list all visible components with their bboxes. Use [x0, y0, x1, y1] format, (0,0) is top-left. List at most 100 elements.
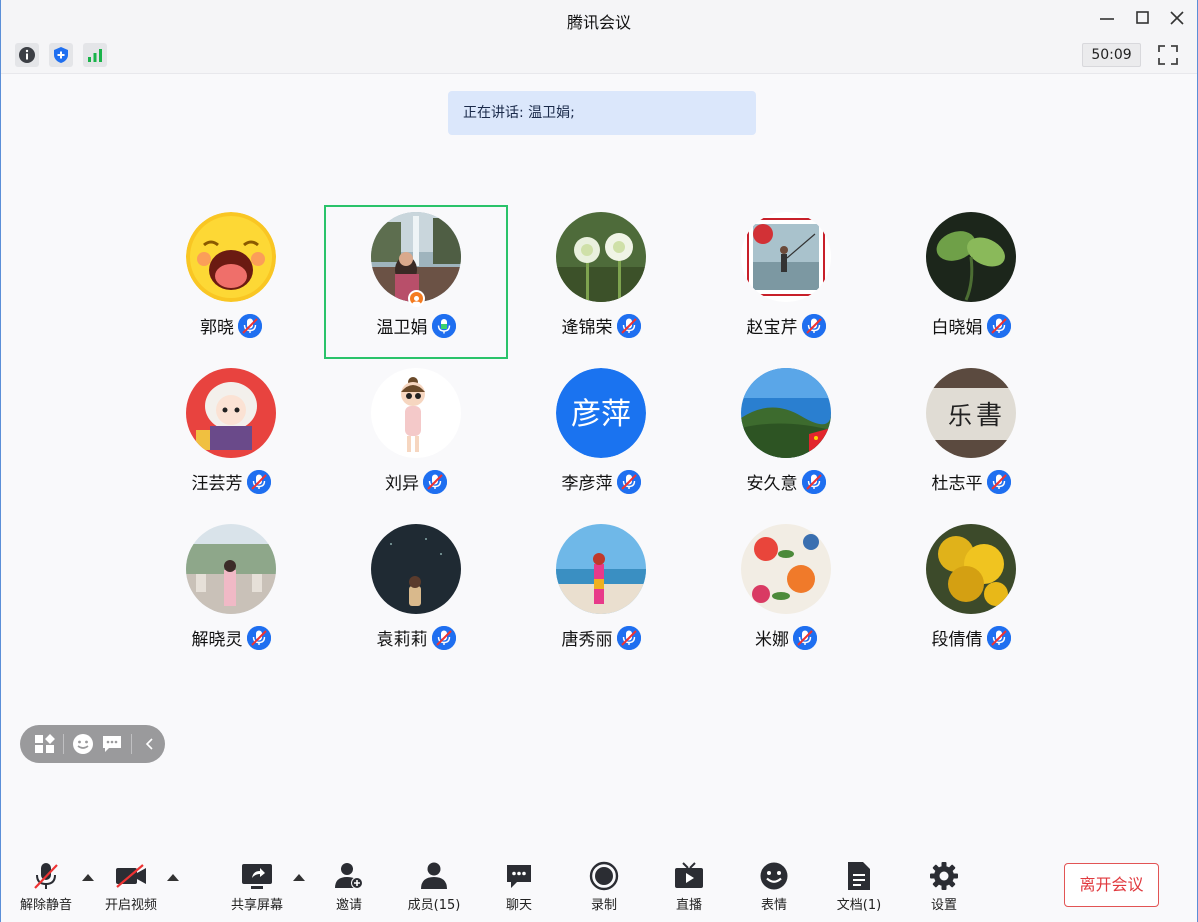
avatar [371, 368, 461, 458]
avatar [371, 212, 461, 302]
participant-name-row: 逄锦荣 [509, 313, 693, 338]
caret-up-icon [167, 874, 179, 881]
status-bar: 50:09 [1, 36, 1197, 74]
start-video-button[interactable]: 开启视频 [91, 860, 171, 920]
meeting-info-button[interactable] [15, 43, 39, 67]
fullscreen-button[interactable] [1155, 42, 1181, 68]
participant-name: 米娜 [755, 630, 789, 650]
participant-tile[interactable]: 刘异 [324, 361, 508, 515]
settings-button[interactable]: 设置 [904, 860, 984, 920]
info-icon [19, 47, 35, 63]
avatar [926, 524, 1016, 614]
security-button[interactable] [49, 43, 73, 67]
layout-button[interactable] [30, 729, 59, 759]
participant-name-row: 温卫娟 [326, 313, 506, 338]
title-bar: 腾讯会议 [1, 0, 1197, 36]
network-status-button[interactable] [83, 43, 107, 67]
members-icon [417, 860, 451, 892]
avatar [186, 212, 276, 302]
maximize-button[interactable] [1131, 6, 1155, 30]
share-screen-label: 共享屏幕 [230, 898, 283, 913]
mic-muted-icon [246, 625, 271, 650]
participant-name: 刘异 [385, 474, 419, 494]
reaction-button[interactable] [68, 729, 97, 759]
participant-name: 汪芸芳 [191, 474, 243, 494]
close-icon [1170, 11, 1184, 25]
chat-button[interactable]: 聊天 [479, 860, 559, 920]
documents-button[interactable]: 文档(1) [819, 860, 899, 920]
invite-label: 邀请 [335, 898, 362, 913]
mic-muted-icon [616, 469, 641, 494]
leave-meeting-button[interactable]: 离开会议 [1064, 863, 1159, 907]
participant-name: 解晓灵 [191, 630, 243, 650]
avatar: 彦萍 [556, 368, 646, 458]
share-screen-button[interactable]: 共享屏幕 [217, 860, 297, 920]
divider [130, 734, 132, 754]
participant-name-row: 赵宝芹 [694, 313, 878, 338]
mic-muted-icon [423, 469, 447, 494]
participant-tile[interactable]: 米娜 [694, 517, 878, 671]
record-label: 录制 [590, 898, 617, 913]
start-video-label: 开启视频 [104, 898, 157, 913]
participant-name: 赵宝芹 [746, 318, 798, 338]
avatar [556, 212, 646, 302]
participant-tile[interactable]: 温卫娟 [324, 205, 508, 359]
participant-name-row: 唐秀丽 [509, 625, 693, 650]
participant-tile[interactable]: 乐書杜志平 [879, 361, 1063, 515]
record-button[interactable]: 录制 [564, 860, 644, 920]
participant-tile[interactable]: 段倩倩 [879, 517, 1063, 671]
participant-name: 逄锦荣 [561, 318, 613, 338]
members-label: 成员(15) [407, 898, 461, 913]
participant-name-row: 白晓娟 [879, 313, 1063, 338]
comment-icon [103, 736, 122, 752]
emoji-button[interactable]: 表情 [734, 860, 814, 920]
shield-icon [54, 47, 68, 63]
live-button[interactable]: 直播 [649, 860, 729, 920]
video-options-button[interactable] [167, 872, 179, 882]
mic-muted-icon [986, 469, 1011, 494]
participant-tile[interactable]: 白晓娟 [879, 205, 1063, 359]
avatar: 乐書 [926, 368, 1016, 458]
avatar [741, 212, 831, 302]
layout-icon [34, 734, 55, 753]
minimize-button[interactable] [1095, 6, 1119, 30]
unmute-label: 解除静音 [19, 898, 72, 913]
share-options-button[interactable] [293, 872, 305, 882]
participant-tile[interactable]: 安久意 [694, 361, 878, 515]
members-button[interactable]: 成员(15) [394, 860, 474, 920]
participant-tile[interactable]: 彦萍李彦萍 [509, 361, 693, 515]
document-icon [842, 860, 876, 892]
danmaku-button[interactable] [98, 729, 127, 759]
host-badge-icon [408, 290, 425, 307]
participant-name: 袁莉莉 [376, 630, 428, 650]
avatar [186, 524, 276, 614]
mic-active-icon [431, 313, 456, 338]
participant-tile[interactable]: 袁莉莉 [324, 517, 508, 671]
mic-muted-icon [616, 625, 641, 650]
avatar [371, 524, 461, 614]
participant-name-row: 郭晓 [139, 313, 323, 338]
participant-tile[interactable]: 解晓灵 [139, 517, 323, 671]
participant-tile[interactable]: 汪芸芳 [139, 361, 323, 515]
bottom-toolbar: 解除静音 开启视频 共享屏幕 邀请 成员(15) 聊天 录制 直播 表情 文档(… [1, 852, 1197, 922]
participant-tile[interactable]: 唐秀丽 [509, 517, 693, 671]
chevron-left-icon [146, 738, 153, 750]
window-title: 腾讯会议 [566, 13, 631, 32]
mic-muted-icon [29, 860, 63, 892]
meeting-window: 腾讯会议 50:09 正在讲话: 温卫娟; 郭晓 温卫娟 逄锦荣 赵宝芹 白晓娟 汪芸芳 刘… [0, 0, 1198, 922]
close-button[interactable] [1165, 6, 1189, 30]
camera-off-icon [114, 860, 148, 892]
mic-muted-icon [986, 313, 1011, 338]
collapse-button[interactable] [136, 729, 165, 759]
participant-name-row: 段倩倩 [879, 625, 1063, 650]
participant-tile[interactable]: 赵宝芹 [694, 205, 878, 359]
participant-tile[interactable]: 逄锦荣 [509, 205, 693, 359]
participant-name-row: 杜志平 [879, 469, 1063, 494]
participant-tile[interactable]: 郭晓 [139, 205, 323, 359]
gear-icon [927, 860, 961, 892]
mic-muted-icon [801, 469, 826, 494]
unmute-button[interactable]: 解除静音 [6, 860, 86, 920]
participant-name: 李彦萍 [561, 474, 613, 494]
mic-muted-icon [238, 313, 262, 338]
invite-button[interactable]: 邀请 [309, 860, 389, 920]
